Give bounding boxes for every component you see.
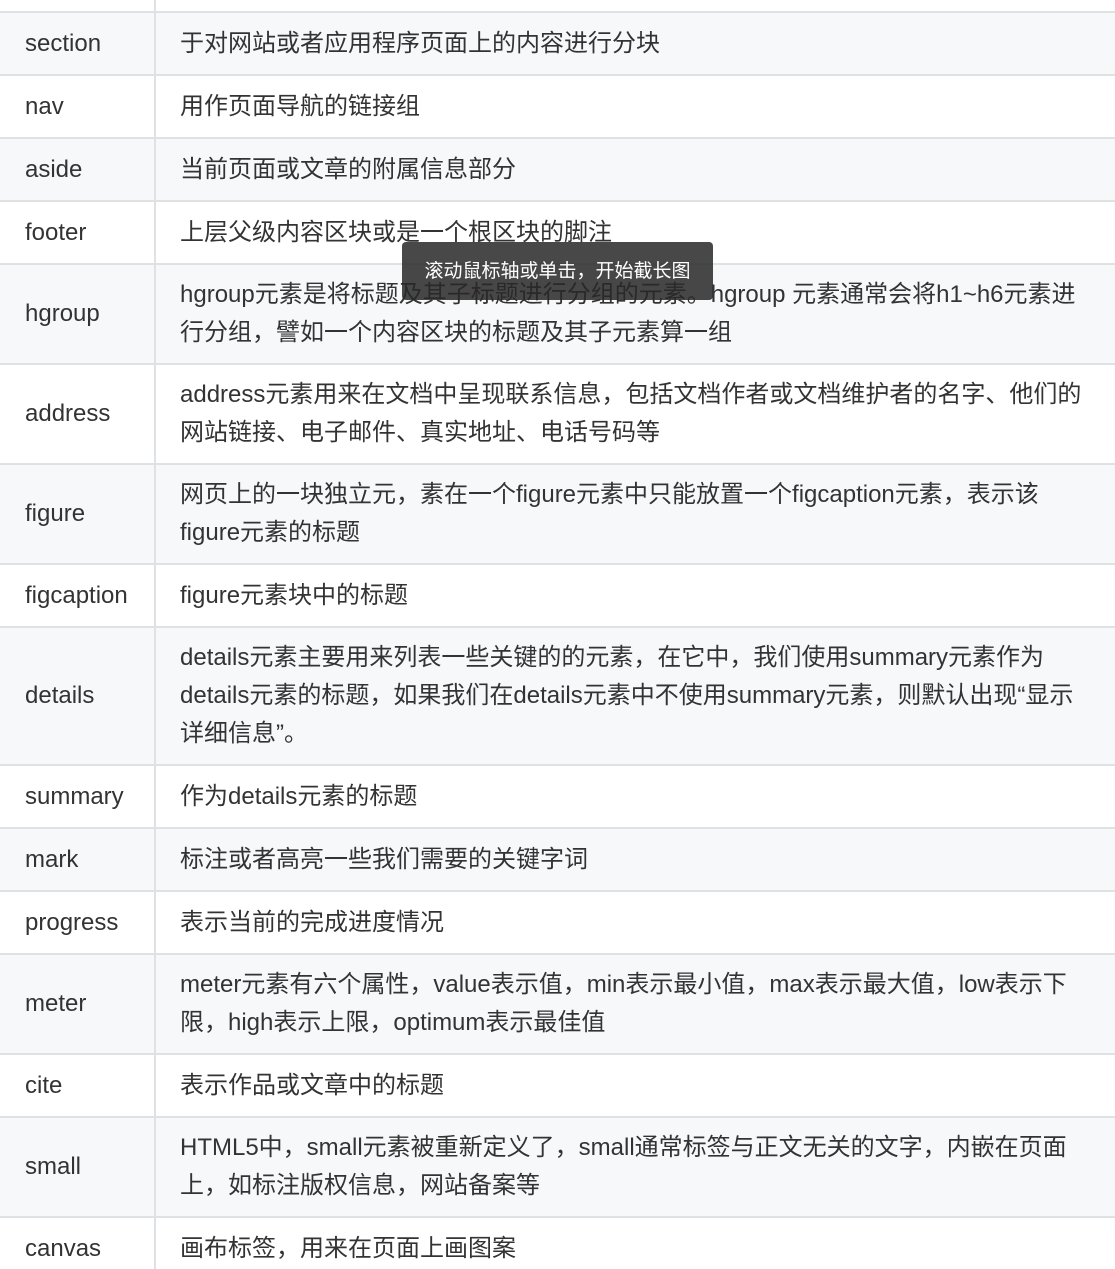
table-row: section 于对网站或者应用程序页面上的内容进行分块 [0, 11, 1115, 75]
tag-description: meter元素有六个属性，value表示值，min表示最小值，max表示最大值，… [155, 953, 1115, 1054]
html5-tags-table-wrapper: section 于对网站或者应用程序页面上的内容进行分块 nav 用作页面导航的… [0, 0, 1115, 1269]
tag-name: footer [0, 200, 156, 264]
tag-name: hgroup [0, 263, 156, 364]
table-row: mark 标注或者高亮一些我们需要的关键字词 [0, 827, 1115, 891]
table-row: progress 表示当前的完成进度情况 [0, 890, 1115, 954]
table-row: figure 网页上的一块独立元，素在一个figure元素中只能放置一个figc… [0, 463, 1115, 564]
tag-name: meter [0, 953, 156, 1054]
table-row: figcaption figure元素块中的标题 [0, 563, 1115, 627]
tag-name: figcaption [0, 563, 156, 627]
tag-name: small [0, 1116, 156, 1217]
tag-description: 画布标签，用来在页面上画图案 [155, 1216, 1115, 1269]
tag-name: figure [0, 463, 156, 564]
tag-description: 标注或者高亮一些我们需要的关键字词 [155, 827, 1115, 891]
table-cell-desc [155, 0, 1115, 12]
table-row: aside 当前页面或文章的附属信息部分 [0, 137, 1115, 201]
tag-description: 网页上的一块独立元，素在一个figure元素中只能放置一个figcaption元… [155, 463, 1115, 564]
tag-name: cite [0, 1053, 156, 1117]
table-row: cite 表示作品或文章中的标题 [0, 1053, 1115, 1117]
tag-description: 表示作品或文章中的标题 [155, 1053, 1115, 1117]
tag-name: summary [0, 764, 156, 828]
tag-description: 表示当前的完成进度情况 [155, 890, 1115, 954]
tag-description: 当前页面或文章的附属信息部分 [155, 137, 1115, 201]
tag-name: details [0, 626, 156, 765]
scroll-screenshot-tooltip[interactable]: 滚动鼠标轴或单击，开始截长图 [402, 242, 713, 300]
tag-description: details元素主要用来列表一些关键的的元素，在它中，我们使用summary元… [155, 626, 1115, 765]
table-row: address address元素用来在文档中呈现联系信息，包括文档作者或文档维… [0, 363, 1115, 464]
tag-name: address [0, 363, 156, 464]
table-row: details details元素主要用来列表一些关键的的元素，在它中，我们使用… [0, 626, 1115, 765]
table-row: canvas 画布标签，用来在页面上画图案 [0, 1216, 1115, 1269]
tag-name: mark [0, 827, 156, 891]
tag-description: address元素用来在文档中呈现联系信息，包括文档作者或文档维护者的名字、他们… [155, 363, 1115, 464]
tag-description: 于对网站或者应用程序页面上的内容进行分块 [155, 11, 1115, 75]
table-row [0, 0, 1115, 12]
tag-description: 用作页面导航的链接组 [155, 74, 1115, 138]
tag-name: nav [0, 74, 156, 138]
table-cell-tag [0, 0, 156, 12]
tag-description: HTML5中，small元素被重新定义了，small通常标签与正文无关的文字，内… [155, 1116, 1115, 1217]
tag-name: aside [0, 137, 156, 201]
html5-tags-table: section 于对网站或者应用程序页面上的内容进行分块 nav 用作页面导航的… [0, 0, 1115, 1269]
table-row: meter meter元素有六个属性，value表示值，min表示最小值，max… [0, 953, 1115, 1054]
table-row: small HTML5中，small元素被重新定义了，small通常标签与正文无… [0, 1116, 1115, 1217]
tag-name: canvas [0, 1216, 156, 1269]
tag-name: progress [0, 890, 156, 954]
tag-description: figure元素块中的标题 [155, 563, 1115, 627]
table-row: summary 作为details元素的标题 [0, 764, 1115, 828]
table-row: nav 用作页面导航的链接组 [0, 74, 1115, 138]
tag-description: 作为details元素的标题 [155, 764, 1115, 828]
tag-name: section [0, 11, 156, 75]
